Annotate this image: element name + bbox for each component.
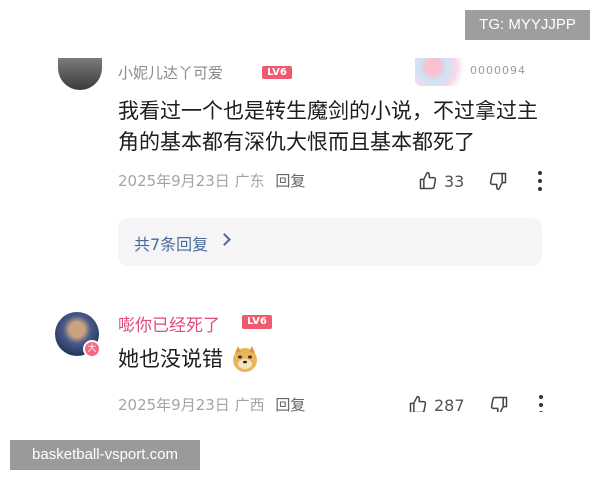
avatar[interactable] [58,58,102,90]
decoration-icon [415,58,467,86]
comment2-location: 广西 [234,396,265,412]
comment2-meta: 2025年9月23日 广西 回复 [118,394,305,412]
comment2-footer: 2025年9月23日 广西 回复 287 [0,392,600,412]
watermark-site: basketball-vsport.com [10,440,200,470]
chevron-right-icon [218,233,231,246]
doge-emoji-icon [233,346,257,372]
comment2-actions: 287 [408,394,551,412]
comment2-username[interactable]: 嘭你已经死了 [118,311,220,336]
watermark-tg: TG: MYYJJPP [465,10,590,40]
decoration-code: 0000094 [470,64,526,77]
comment1-actions: 33 [418,170,550,192]
like-count: 287 [434,395,465,413]
view-replies-link[interactable]: 共7条回复 [134,231,208,255]
comment2-text: 她也没说错 [118,347,223,371]
thumbs-up-icon[interactable] [418,171,438,191]
comment1-location: 广东 [234,172,265,190]
level-badge: LV6 [262,66,292,79]
comment1-username[interactable]: 小妮儿达丫可爱 [118,62,223,83]
replies-box[interactable]: 共7条回复 [118,218,542,266]
comment2-date: 2025年9月23日 [118,396,230,412]
reply-button[interactable]: 回复 [275,396,305,412]
thumbs-down-icon[interactable] [488,171,508,191]
reply-button[interactable]: 回复 [275,172,305,190]
comment1-meta: 2025年9月23日 广东 回复 [118,170,305,191]
level-badge: LV6 [242,315,272,329]
comment1-text: 我看过一个也是转生魔剑的小说，不过拿过主角的基本都有深仇大恨而且基本都死了 [118,99,538,154]
more-options-icon[interactable] [531,395,551,412]
badge-icon: 大 [83,340,101,358]
comment1-date: 2025年9月23日 [118,172,230,190]
comment1-header: 小妮儿达丫可爱 LV6 0000094 [0,58,600,90]
thumbs-down-icon[interactable] [489,395,509,412]
thumbs-up-icon[interactable] [408,395,428,412]
more-options-icon[interactable] [530,171,550,191]
like-count: 33 [444,171,465,191]
